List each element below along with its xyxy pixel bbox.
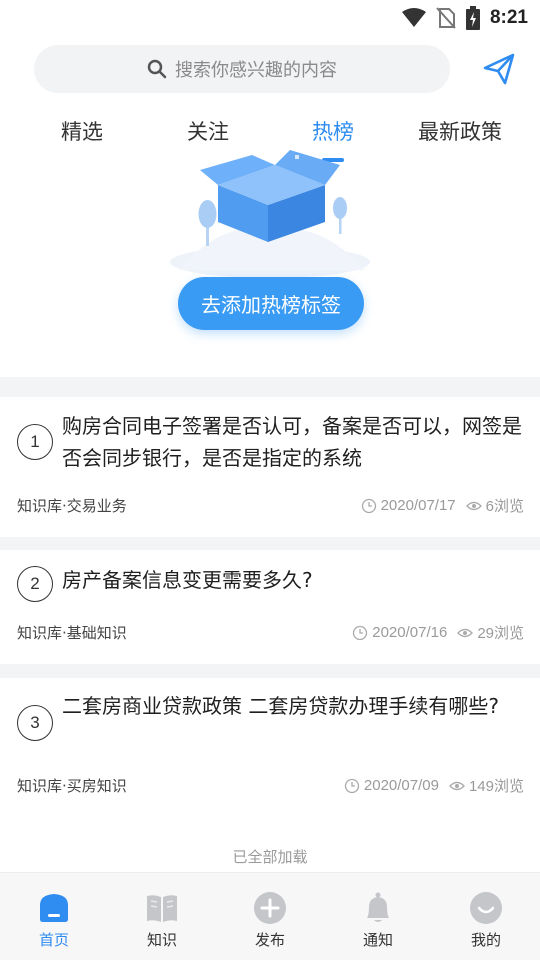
article-title: 房产备案信息变更需要多久? [62, 568, 313, 592]
nav-publish[interactable]: 发布 [230, 891, 310, 950]
article-views: 29浏览 [477, 625, 524, 642]
status-bar: 8:21 [0, 0, 540, 36]
nav-knowledge[interactable]: 知识 [122, 891, 202, 950]
bottom-nav: 首页 知识 发布 通知 我的 [0, 872, 540, 960]
rank-badge: 1 [17, 424, 53, 460]
article-title: 二套房商业贷款政策 二套房贷款办理手续有哪些? [62, 694, 499, 718]
nav-label: 我的 [470, 931, 501, 949]
article-date: 2020/07/16 [372, 624, 448, 641]
list-item[interactable]: 1 购房合同电子签署是否认可，备案是否可以，网签是否会同步银行，是否是指定的系统… [0, 397, 540, 537]
article-meta: 2020/07/09 149浏览 [344, 775, 524, 796]
nav-label: 首页 [38, 931, 69, 949]
book-icon [147, 895, 177, 922]
home-icon [40, 894, 68, 922]
clock-icon [353, 625, 368, 640]
section-divider [0, 664, 540, 678]
tab-following[interactable]: 关注 [187, 112, 229, 152]
section-divider [0, 537, 540, 550]
article-category: 知识库·买房知识 [17, 777, 127, 795]
nav-label: 知识 [146, 931, 177, 949]
eye-icon [457, 628, 474, 637]
battery-charging-icon [465, 6, 480, 30]
article-date: 2020/07/17 [380, 497, 456, 514]
empty-box-illustration [170, 150, 370, 278]
nav-home[interactable]: 首页 [14, 891, 94, 950]
all-loaded-text: 已全部加载 [232, 848, 308, 866]
article-meta: 2020/07/16 29浏览 [352, 622, 524, 643]
rank-badge: 2 [17, 566, 53, 602]
nav-label: 发布 [254, 931, 285, 949]
article-category: 知识库·交易业务 [17, 497, 127, 515]
nav-notifications[interactable]: 通知 [338, 891, 418, 950]
send-icon[interactable] [482, 52, 516, 86]
article-title: 购房合同电子签署是否认可，备案是否可以，网签是否会同步银行，是否是指定的系统 [62, 414, 522, 470]
bell-icon [367, 892, 389, 922]
rank-badge: 3 [17, 705, 53, 741]
add-hot-tags-button[interactable]: 去添加热榜标签 [178, 277, 364, 330]
tab-featured[interactable]: 精选 [61, 112, 103, 152]
wifi-icon [401, 8, 426, 27]
plus-circle-icon [254, 892, 286, 924]
article-views: 6浏览 [485, 498, 524, 515]
article-date: 2020/07/09 [363, 777, 439, 794]
tab-latest-policy[interactable]: 最新政策 [418, 112, 502, 152]
list-item[interactable]: 3 二套房商业贷款政策 二套房贷款办理手续有哪些? 知识库·买房知识 2020/… [0, 678, 540, 818]
clock-icon [361, 498, 376, 513]
eye-icon [465, 501, 482, 510]
smile-icon [470, 892, 502, 924]
no-sim-icon [436, 7, 456, 29]
list-item[interactable]: 2 房产备案信息变更需要多久? 知识库·基础知识 2020/07/16 29浏览 [0, 550, 540, 664]
nav-label: 通知 [362, 931, 393, 949]
eye-icon [449, 781, 465, 790]
search-icon [147, 59, 167, 79]
tab-hot[interactable]: 热榜 [312, 112, 354, 162]
article-views: 149浏览 [468, 778, 524, 795]
clock-icon [344, 778, 360, 793]
article-meta: 2020/07/17 6浏览 [361, 495, 524, 516]
status-icons: 8:21 [401, 6, 528, 30]
search-placeholder: 搜索你感兴趣的内容 [175, 60, 337, 81]
nav-profile[interactable]: 我的 [446, 891, 526, 950]
article-category: 知识库·基础知识 [17, 624, 127, 642]
search-input[interactable]: 搜索你感兴趣的内容 [34, 45, 450, 93]
status-time: 8:21 [489, 7, 528, 28]
section-divider [0, 377, 540, 397]
